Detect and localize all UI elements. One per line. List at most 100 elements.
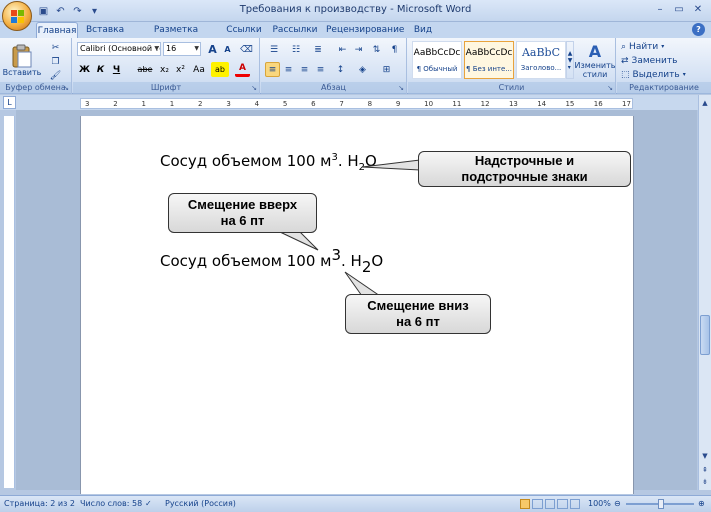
- tab-page-layout[interactable]: Разметка страницы: [134, 22, 218, 51]
- font-launcher-icon[interactable]: ↘: [251, 84, 257, 92]
- close-button[interactable]: ✕: [689, 2, 707, 17]
- clipboard-launcher-icon[interactable]: ↘: [63, 84, 69, 92]
- select-button[interactable]: ⬚ Выделить ▾: [621, 68, 686, 81]
- decrease-indent-icon[interactable]: ⇤: [335, 42, 350, 57]
- zoom-in-icon[interactable]: ⊕: [698, 499, 705, 508]
- line1-end: O: [365, 152, 377, 170]
- borders-icon[interactable]: ⊞: [379, 62, 394, 77]
- paragraph-launcher-icon[interactable]: ↘: [398, 84, 404, 92]
- ruler-mark: 5: [282, 100, 288, 108]
- styles-launcher-icon[interactable]: ↘: [607, 84, 613, 92]
- align-left-icon[interactable]: ≡: [265, 62, 280, 77]
- title-bar: ▣ ↶ ↷ ▾ Требования к производству - Micr…: [0, 0, 711, 22]
- grow-font-button[interactable]: A: [205, 42, 220, 57]
- ruler-mark: 11: [452, 100, 462, 108]
- callout-a-line2: подстрочные знаки: [461, 169, 588, 184]
- justify-icon[interactable]: ≡: [313, 62, 328, 77]
- vertical-scrollbar[interactable]: ▲ ▼ ⇞ ⇟: [698, 95, 711, 490]
- word-count[interactable]: Число слов: 58: [80, 499, 142, 508]
- font-size-combo[interactable]: 16 ▼: [163, 42, 201, 56]
- outline-icon[interactable]: [557, 499, 568, 509]
- align-right-icon[interactable]: ≡: [297, 62, 312, 77]
- highlight-button[interactable]: ab: [211, 62, 229, 77]
- font-color-button[interactable]: A: [235, 62, 250, 77]
- show-marks-icon[interactable]: ¶: [387, 42, 402, 57]
- superscript-button[interactable]: x²: [173, 62, 188, 77]
- multilevel-list-icon[interactable]: ≣: [309, 42, 327, 57]
- bullets-icon[interactable]: ☰: [265, 42, 283, 57]
- draft-icon[interactable]: [569, 499, 581, 509]
- proofing-icon[interactable]: ✓: [145, 499, 152, 508]
- horizontal-ruler[interactable]: 3 2 1 1 2 3 4 5 6 7 8 9 10 11 12 13 14 15 16 17: [80, 98, 633, 109]
- subscript-button[interactable]: x₂: [157, 62, 172, 77]
- change-case-button[interactable]: Aa: [189, 62, 209, 77]
- strikethrough-button[interactable]: abe: [135, 62, 155, 77]
- paragraph-group-label: Абзац: [261, 82, 406, 94]
- format-painter-icon[interactable]: 🖌: [48, 68, 63, 83]
- tab-home[interactable]: Главная: [36, 22, 78, 39]
- paste-button[interactable]: Вставить: [2, 40, 42, 80]
- font-group-label: Шрифт: [73, 82, 259, 94]
- office-button[interactable]: [2, 1, 32, 31]
- styles-group: AaBbCcDc ¶ Обычный AaBbCcDc ¶ Без инте..…: [408, 38, 616, 94]
- vertical-ruler[interactable]: [4, 116, 15, 488]
- sort-icon[interactable]: ⇅: [369, 42, 384, 57]
- document-line-2[interactable]: Сосуд объемом 100 м3. H2O: [160, 246, 383, 276]
- scroll-thumb[interactable]: [700, 315, 710, 355]
- ruler-mark: 2: [113, 100, 118, 108]
- callout-b-line1: Смещение вверх: [187, 197, 298, 212]
- callout-c-line1: Смещение вниз: [367, 298, 469, 313]
- next-page-icon[interactable]: ⇟: [699, 476, 711, 488]
- increase-indent-icon[interactable]: ⇥: [351, 42, 366, 57]
- copy-icon[interactable]: ❐: [48, 54, 63, 69]
- clear-format-icon[interactable]: ⌫: [239, 42, 254, 57]
- style-no-spacing[interactable]: AaBbCcDc ¶ Без инте...: [464, 41, 514, 79]
- ruler-mark: 14: [537, 100, 547, 108]
- callout-c-line2: на 6 пт: [396, 314, 440, 329]
- shrink-font-button[interactable]: A: [220, 42, 235, 57]
- document-line-1[interactable]: Сосуд объемом 100 м3. H2O: [160, 152, 377, 173]
- view-buttons: [520, 499, 581, 509]
- underline-button[interactable]: Ч: [109, 62, 124, 77]
- tab-mailings[interactable]: Рассылки: [272, 22, 318, 38]
- help-icon[interactable]: ?: [692, 23, 705, 36]
- italic-button[interactable]: К: [93, 62, 108, 77]
- minimize-button[interactable]: –: [651, 2, 669, 17]
- select-icon: ⬚: [621, 69, 630, 80]
- style-heading[interactable]: AaBbC Заголово...: [516, 41, 566, 79]
- replace-button[interactable]: ⇄ Заменить: [621, 54, 677, 67]
- callout-superscript-subscript: Надстрочные и подстрочные знаки: [418, 151, 631, 187]
- scroll-up-icon[interactable]: ▲: [699, 97, 711, 109]
- bold-button[interactable]: Ж: [77, 62, 92, 77]
- change-styles-label: Изменить стили: [574, 60, 616, 79]
- tab-insert[interactable]: Вставка: [86, 22, 124, 38]
- tab-review[interactable]: Рецензирование: [326, 22, 404, 38]
- tab-selector-button[interactable]: L: [3, 96, 16, 109]
- paste-label: Вставить: [2, 67, 42, 77]
- tab-references[interactable]: Ссылки: [224, 22, 264, 38]
- tab-view[interactable]: Вид: [408, 22, 438, 38]
- language-label[interactable]: Русский (Россия): [165, 499, 236, 508]
- zoom-level[interactable]: 100%: [588, 499, 611, 508]
- page-count[interactable]: Страница: 2 из 2: [4, 499, 75, 508]
- shading-icon[interactable]: ◈: [355, 62, 370, 77]
- styles-scroll-icon[interactable]: ▲ ▼ ▾: [566, 41, 574, 79]
- font-name-combo[interactable]: Calibri (Основной те ▼: [77, 42, 161, 56]
- scroll-down-icon[interactable]: ▼: [699, 450, 711, 462]
- cut-icon[interactable]: ✂: [48, 40, 63, 55]
- find-button[interactable]: ⌕ Найти ▾: [621, 40, 664, 53]
- style-normal[interactable]: AaBbCcDc ¶ Обычный: [412, 41, 462, 79]
- font-group: Calibri (Основной те ▼ 16 ▼ A A ⌫ Ж К Ч ab…: [73, 38, 260, 94]
- align-center-icon[interactable]: ≡: [281, 62, 296, 77]
- zoom-out-icon[interactable]: ⊖: [614, 499, 621, 508]
- line-spacing-icon[interactable]: ↕: [333, 62, 348, 77]
- numbering-icon[interactable]: ☷: [287, 42, 305, 57]
- zoom-slider-thumb[interactable]: [658, 499, 664, 509]
- prev-page-icon[interactable]: ⇞: [699, 464, 711, 476]
- ruler-mark: 13: [508, 100, 518, 108]
- maximize-button[interactable]: ▭: [670, 2, 688, 17]
- change-styles-button[interactable]: A Изменить стили: [574, 40, 616, 80]
- full-screen-icon[interactable]: [532, 499, 543, 509]
- print-layout-icon[interactable]: [520, 499, 531, 509]
- web-layout-icon[interactable]: [544, 499, 556, 509]
